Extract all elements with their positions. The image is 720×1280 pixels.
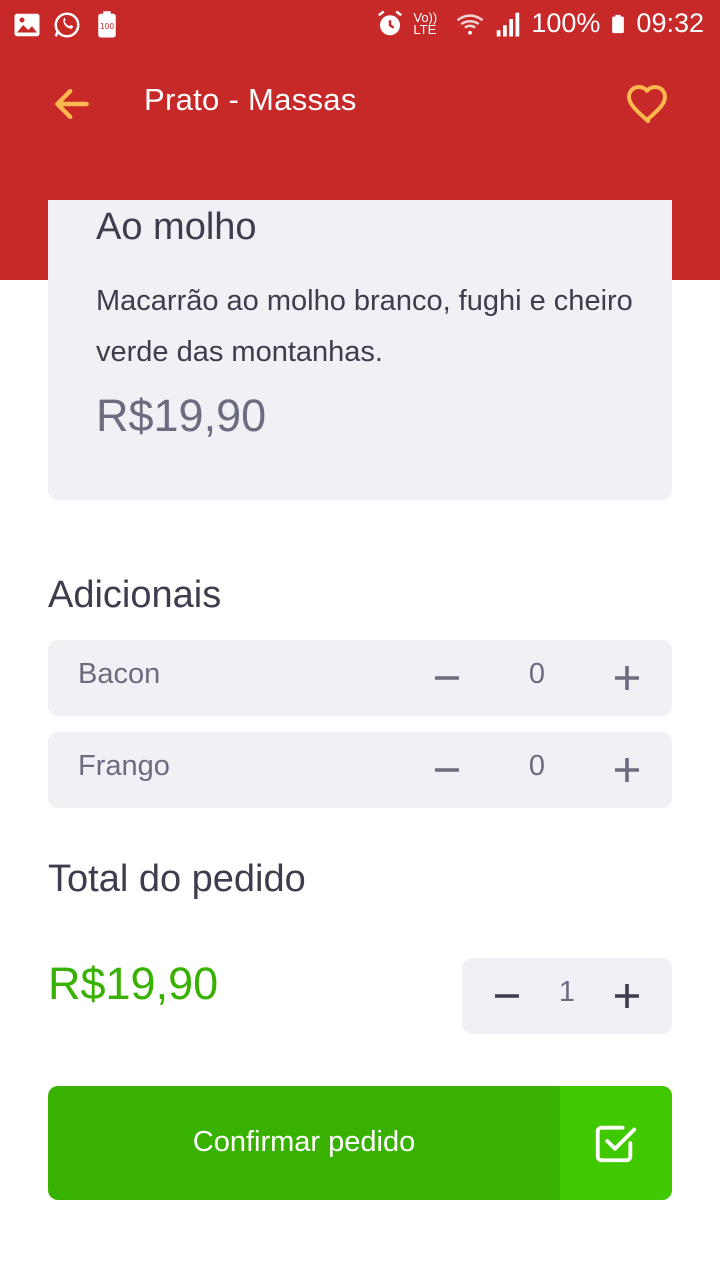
food-name: Ao molho [96,206,257,248]
extra-item-bacon: Bacon 0 [48,640,672,716]
confirm-icon-box [560,1086,672,1200]
minus-icon[interactable] [423,654,471,702]
food-card: Ao molho Macarrão ao molho branco, fughi… [48,200,672,500]
plus-icon[interactable] [603,972,651,1020]
order-quantity-stepper: 1 [462,958,672,1034]
minus-icon[interactable] [423,746,471,794]
status-bar: 100 Vo)) LTE 100% 09:32 [0,0,720,50]
whatsapp-icon [54,12,80,38]
plus-icon[interactable] [603,654,651,702]
total-value: R$19,90 [48,958,219,1009]
order-quantity: 1 [558,976,576,1008]
extra-name: Bacon [78,658,161,690]
arrow-left-icon[interactable] [50,82,94,126]
confirm-order-button[interactable]: Confirmar pedido [48,1086,672,1200]
signal-icon [497,12,520,36]
page-title: Prato - Massas [144,82,357,117]
battery-icon [612,14,625,33]
extra-item-frango: Frango 0 [48,732,672,808]
extra-quantity: 0 [528,658,546,690]
battery-saver-icon: 100 [98,11,116,38]
plus-icon[interactable] [603,746,651,794]
extra-quantity: 0 [528,750,546,782]
check-square-icon [595,1125,637,1163]
total-title: Total do pedido [48,858,306,900]
app-header: Prato - Massas [0,50,720,160]
food-description: Macarrão ao molho branco, fughi e cheiro… [96,285,633,368]
clock: 09:32 [636,8,704,38]
alarm-icon [378,10,403,35]
food-price: R$19,90 [96,390,267,441]
minus-icon[interactable] [483,972,531,1020]
confirm-label: Confirmar pedido [192,1126,416,1158]
gallery-icon [14,13,40,37]
battery-percent: 100% [531,8,601,38]
wifi-icon [457,13,484,35]
heart-icon[interactable] [624,80,672,128]
network-type: Vo)) LTE [413,9,438,37]
extras-title: Adicionais [48,574,222,616]
svg-text:100: 100 [100,22,115,31]
extra-name: Frango [78,750,170,782]
